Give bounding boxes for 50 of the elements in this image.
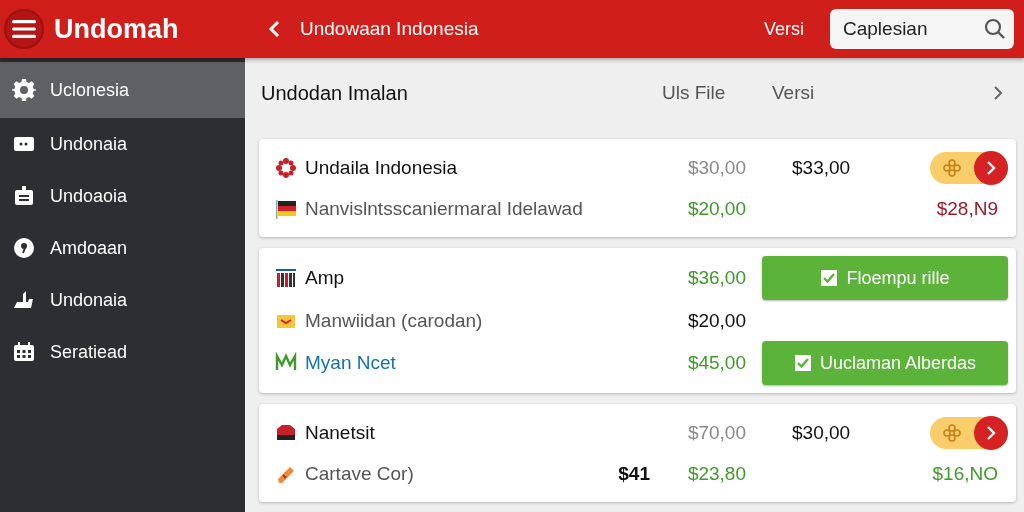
price-text: $20,00 (686, 309, 746, 332)
price-text: $41 (617, 462, 650, 485)
info-icon (12, 236, 36, 260)
flower-icon (942, 422, 962, 443)
sidebar-item[interactable]: Undonaia (0, 274, 245, 326)
price-text: $33,00 (791, 156, 852, 179)
sidebar-item[interactable]: Undoaoia (0, 170, 245, 222)
gear-icon (12, 78, 36, 102)
item-name: Undaila Indonesia (305, 156, 459, 179)
menu-button[interactable] (4, 9, 44, 49)
search-icon (984, 18, 1006, 40)
price-text: $20,00 (686, 197, 746, 220)
bars-icon (275, 267, 297, 289)
sidebar-item[interactable]: Amdoaan (0, 222, 245, 274)
page-title: Undowaan Indonesia (300, 18, 480, 40)
item-name: Nanvislntsscaniermaral Idelawad (305, 197, 584, 220)
back-icon (268, 20, 282, 38)
app-title: Undomah (54, 13, 180, 45)
search-field[interactable]: Caplesian (830, 9, 1014, 49)
version-link[interactable]: Versi (763, 18, 804, 40)
flower-icon (942, 157, 962, 178)
item-name: Cartave Cor) (305, 462, 415, 485)
column-header: Versi (772, 82, 816, 104)
chevron-right-icon (974, 415, 1008, 450)
flower-icon (275, 156, 297, 179)
sidebar-item[interactable]: Undonaia (0, 118, 245, 170)
sidebar-item[interactable]: Seratiead (0, 326, 245, 378)
item-name: Manwiidan (carodan) (305, 309, 484, 332)
menu-icon (12, 19, 36, 39)
price-text: $45,00 (686, 352, 746, 374)
calendar-icon (12, 340, 36, 364)
toggle-pill[interactable] (930, 416, 1008, 449)
item-name: Myan Ncet (305, 352, 397, 374)
price-text: $23,80 (686, 462, 746, 485)
price-text: $30,00 (686, 156, 746, 179)
chevron-right-icon[interactable] (992, 85, 1004, 101)
chevron-right-icon (974, 150, 1008, 185)
amount-text: $16,NO (932, 462, 998, 485)
price-text: $36,00 (686, 267, 746, 289)
item-name: Amp (305, 267, 346, 289)
price-text: $30,00 (791, 421, 852, 444)
item-name: Nanetsit (305, 421, 376, 444)
price-text: $70,00 (686, 421, 746, 444)
badge-icon (12, 184, 36, 208)
sidebar-item[interactable]: Uclonesia (0, 62, 245, 118)
toggle-pill[interactable] (930, 151, 1008, 184)
flag-icon (275, 197, 297, 220)
list-title: Undodan Imalan (260, 81, 409, 105)
amount-text: $28,N9 (936, 197, 998, 220)
column-header: Uls File (662, 82, 727, 104)
